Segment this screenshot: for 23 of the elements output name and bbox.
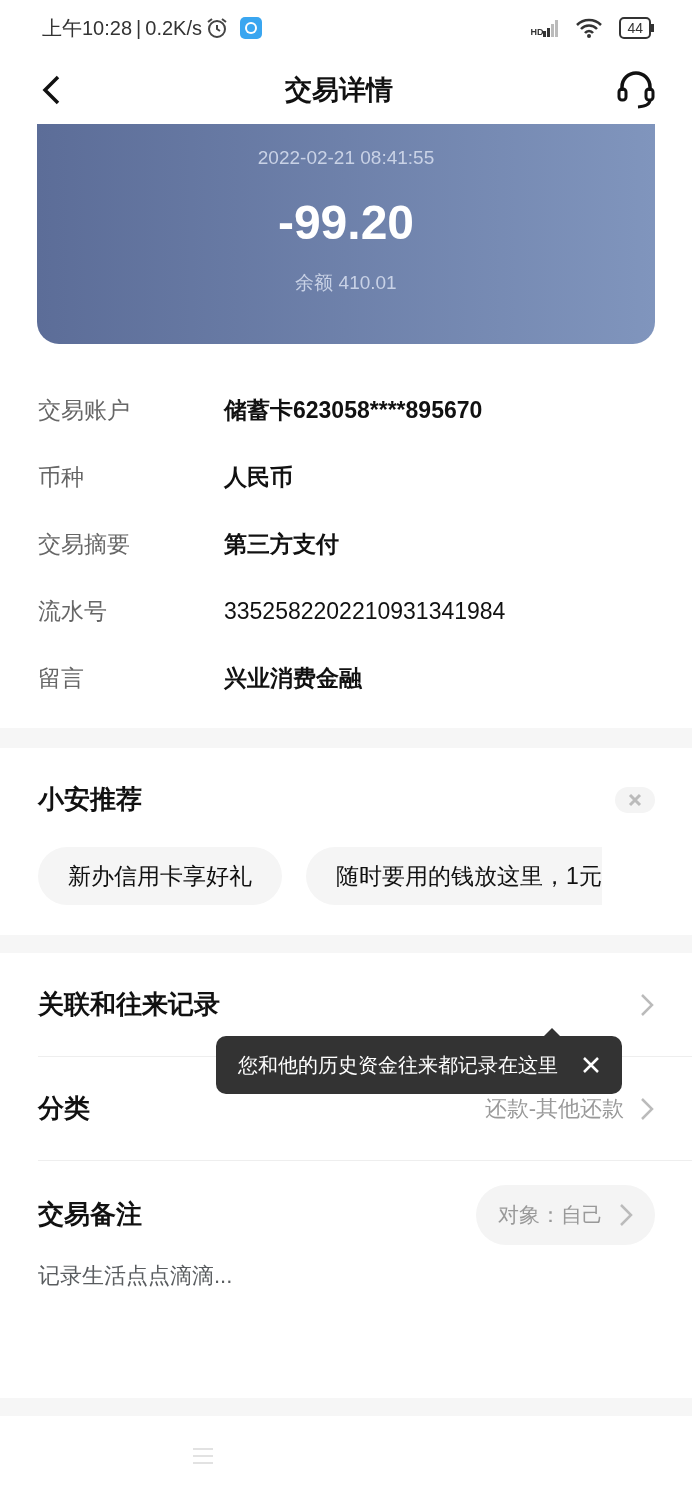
row-title: 分类: [38, 1092, 90, 1125]
amount: -99.20: [277, 194, 415, 251]
network-speed: 0.2K/s: [145, 16, 202, 41]
status-separator: |: [136, 16, 142, 41]
balance: 余额 410.01: [295, 270, 397, 295]
detail-value: 兴业消费金融: [224, 664, 362, 694]
battery-level: 44: [619, 17, 651, 39]
detail-value: 第三方支付: [224, 530, 339, 560]
detail-label: 币种: [38, 463, 85, 493]
detail-label: 交易摘要: [38, 530, 131, 560]
detail-value: 储蓄卡623058****895670: [224, 396, 483, 426]
detail-label: 流水号: [38, 597, 108, 627]
detail-label: 交易账户: [38, 396, 131, 426]
network-type: HD: [530, 28, 544, 37]
detail-label: 留言: [38, 664, 85, 694]
detail-value: 3352582202210931341984: [224, 597, 506, 627]
category-value: 还款-其他还款: [484, 1095, 624, 1123]
transaction-time: 2022-02-21 08:41:55: [257, 146, 435, 170]
detail-value: 人民币: [224, 463, 293, 493]
status-time: 上午10:28: [42, 16, 133, 41]
section-title: 小安推荐: [38, 783, 142, 816]
section-title: 交易备注: [38, 1198, 142, 1232]
page-title: 交易详情: [285, 73, 393, 107]
